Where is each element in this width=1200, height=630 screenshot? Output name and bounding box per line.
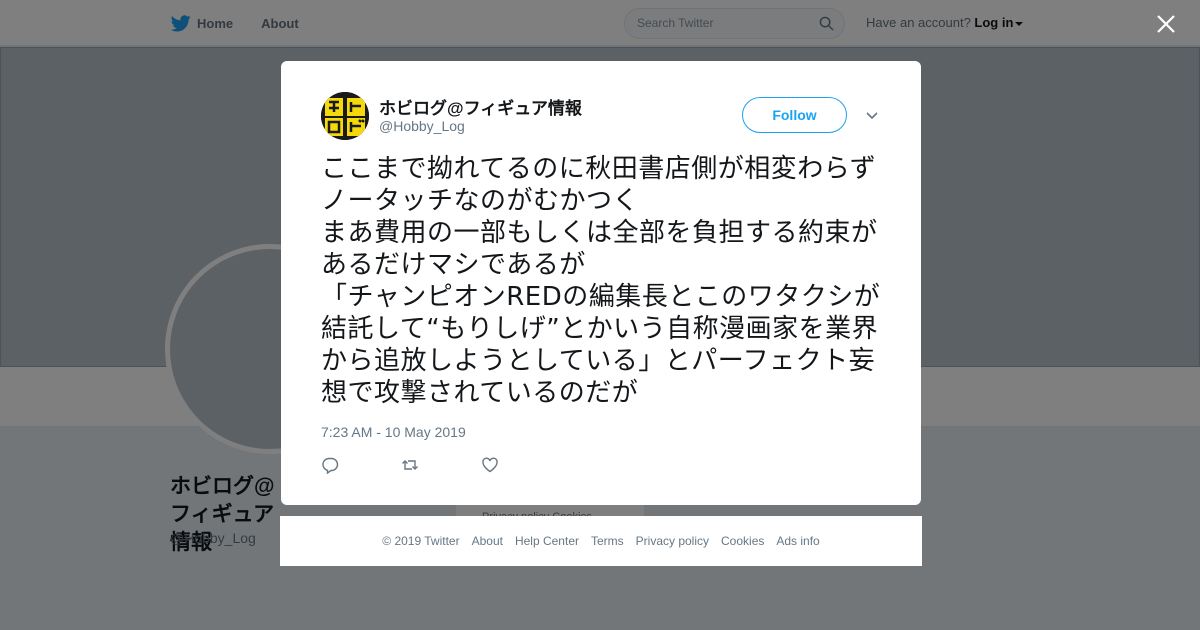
retweet-button[interactable] (401, 456, 481, 474)
follow-button[interactable]: Follow (742, 97, 847, 133)
chevron-down-icon[interactable] (865, 109, 879, 123)
footer-link-privacy-policy[interactable]: Privacy policy (636, 534, 709, 548)
tweet-actions (321, 456, 561, 475)
footer-copyright: © 2019 Twitter (382, 534, 460, 548)
tweet-text: ここまで拗れてるのに秋田書店側が相変わらずノータッチなのがむかつく まあ費用の一… (321, 154, 881, 408)
footer-link-cookies[interactable]: Cookies (721, 534, 764, 548)
reply-icon (322, 457, 339, 475)
reply-button[interactable] (321, 456, 401, 475)
author-name[interactable]: ホビログ@フィギュア情報 (379, 94, 582, 119)
footer-link-terms[interactable]: Terms (591, 534, 624, 548)
footer-link-ads-info[interactable]: Ads info (776, 534, 819, 548)
author-avatar[interactable] (321, 92, 369, 140)
close-icon[interactable] (1156, 14, 1176, 34)
modal-footer: © 2019 Twitter About Help Center Terms P… (280, 516, 922, 566)
hobbylog-logo-icon (321, 92, 369, 140)
footer-link-help-center[interactable]: Help Center (515, 534, 579, 548)
like-button[interactable] (481, 456, 561, 474)
tweet-timestamp[interactable]: 7:23 AM - 10 May 2019 (321, 424, 466, 440)
tweet-modal: ホビログ@フィギュア情報 @Hobby_Log Follow ここまで拗れてるの… (281, 61, 921, 505)
footer-link-about[interactable]: About (472, 534, 503, 548)
retweet-icon (402, 460, 418, 470)
like-icon (482, 457, 498, 473)
author-handle[interactable]: @Hobby_Log (379, 118, 465, 134)
